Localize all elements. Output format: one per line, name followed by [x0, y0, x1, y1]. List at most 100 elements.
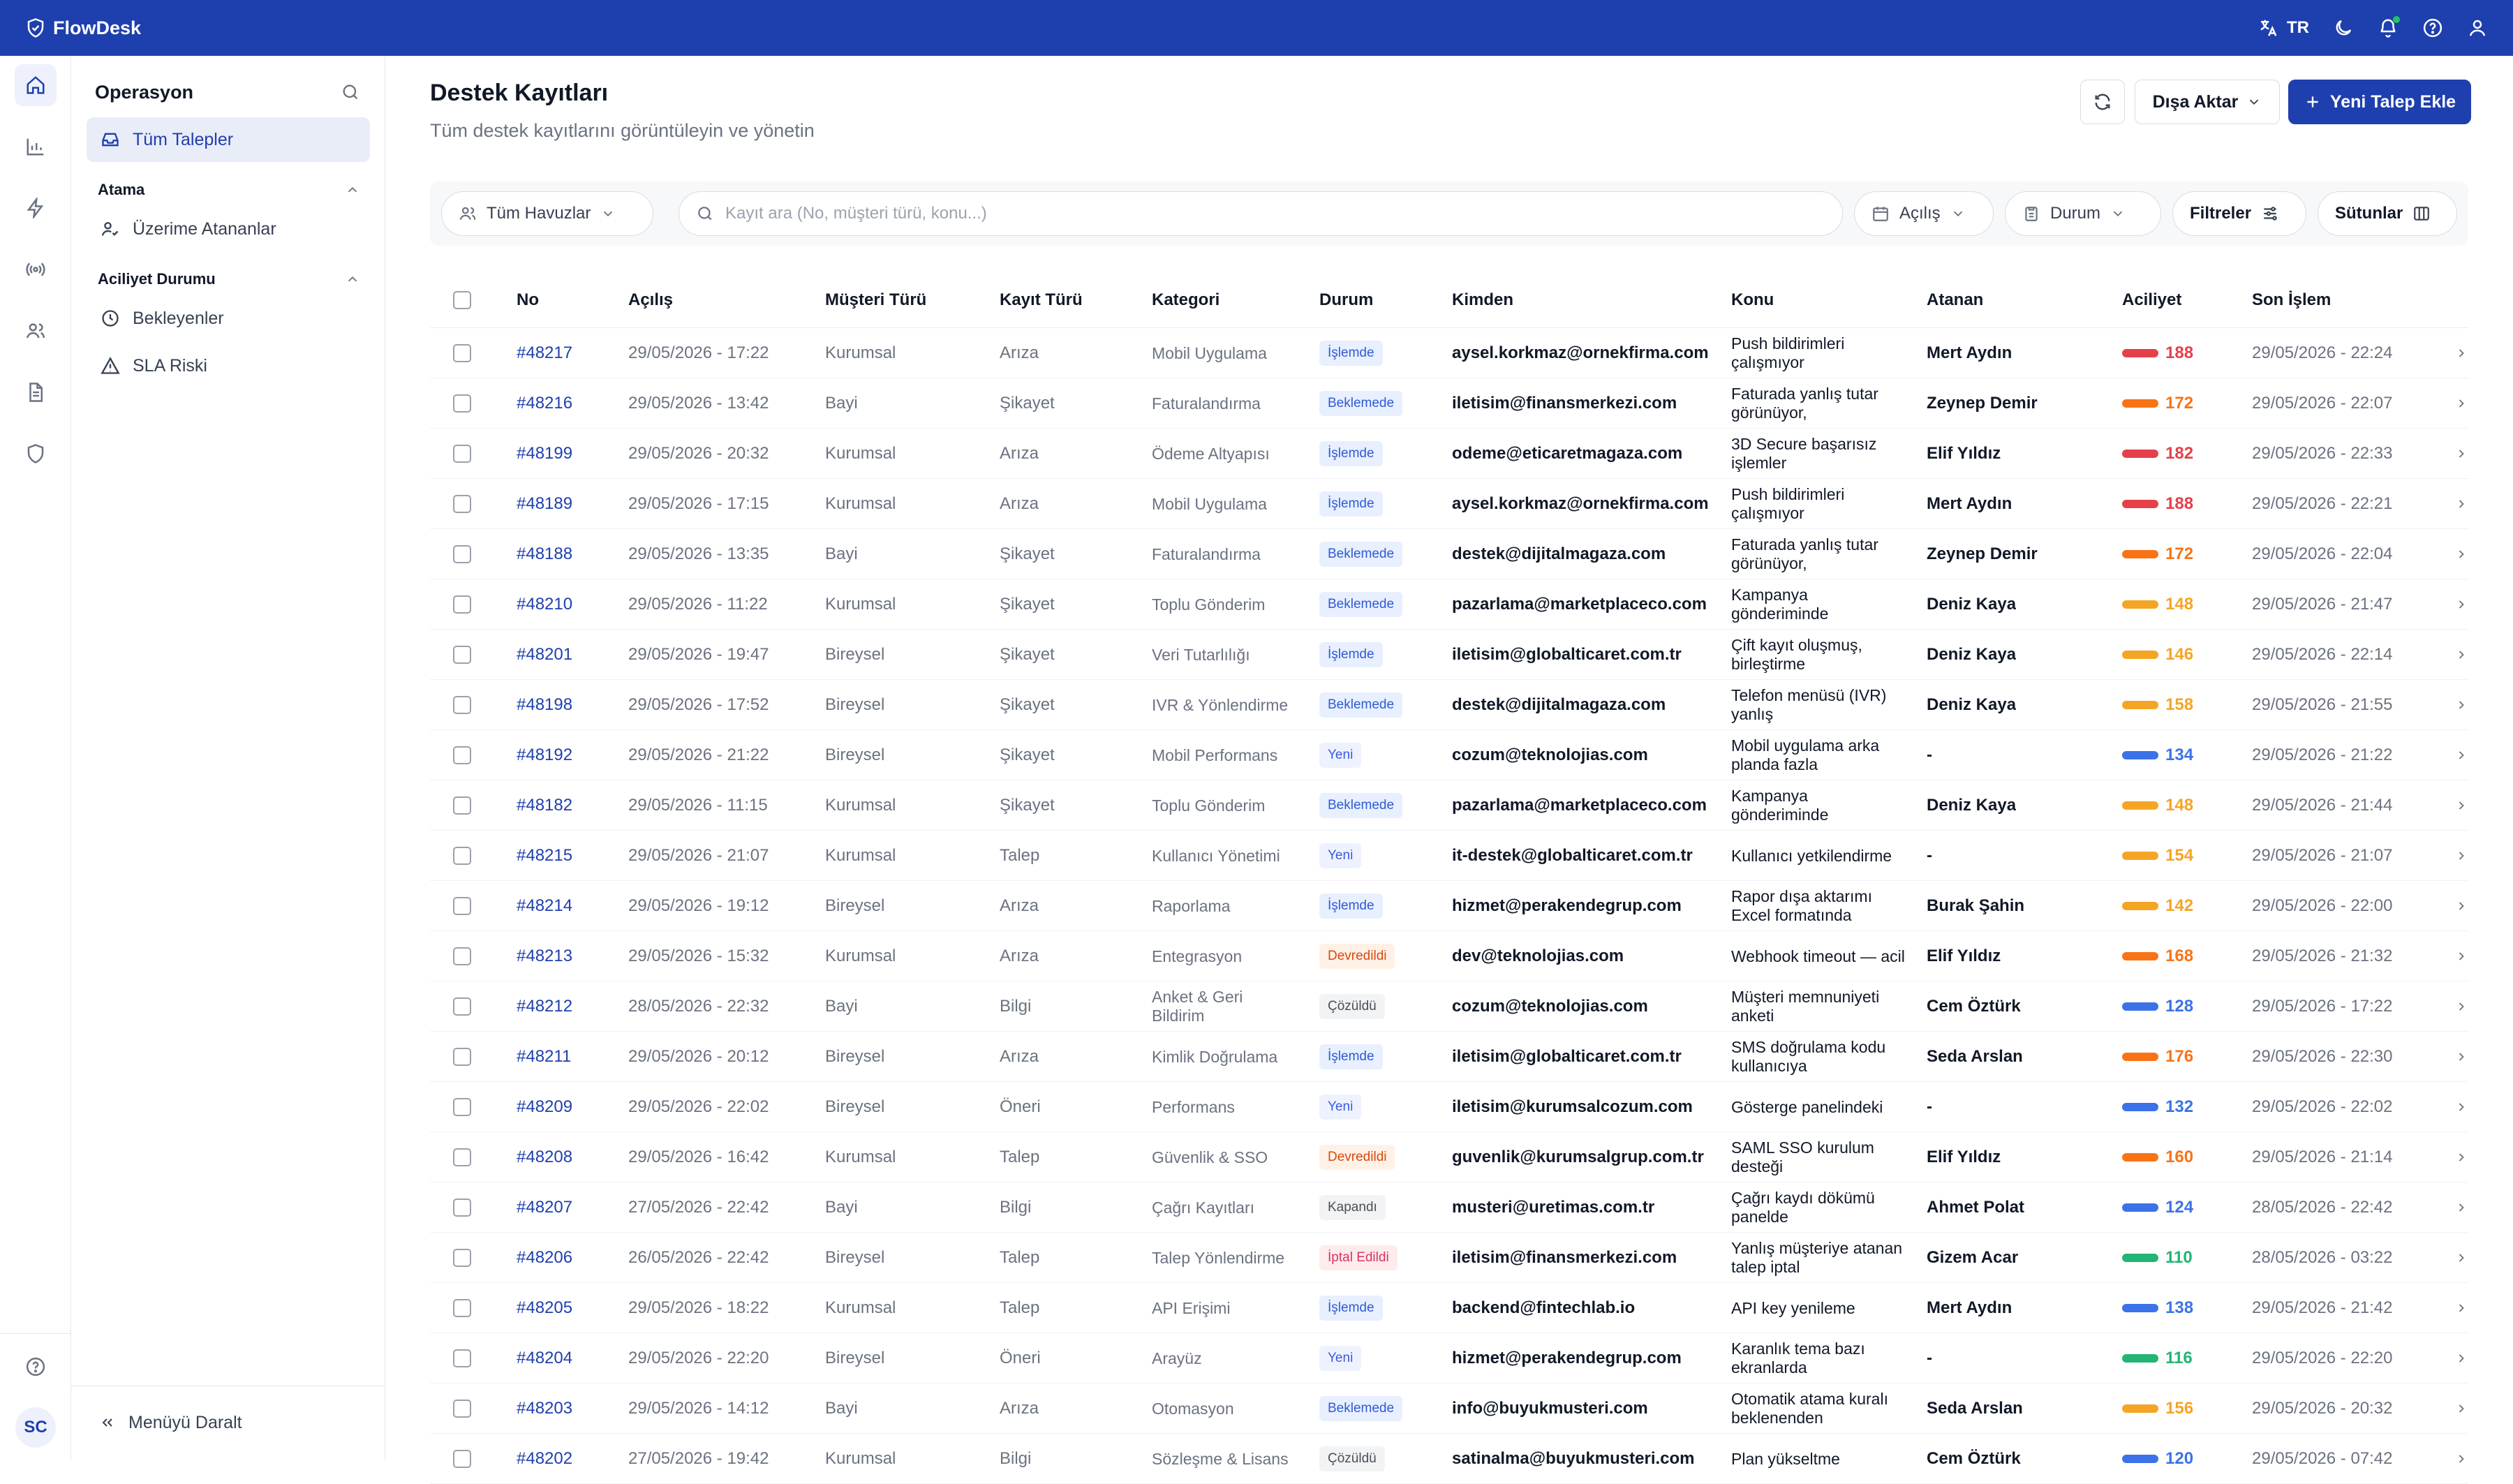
table-row[interactable]: #48188 29/05/2026 - 13:35 Bayi Şikayet F… — [430, 529, 2468, 579]
col-status[interactable]: Durum — [1319, 272, 1373, 328]
col-assignee[interactable]: Atanan — [1927, 272, 1983, 328]
ticket-number[interactable]: #48204 — [517, 1333, 572, 1383]
select-all-checkbox[interactable] — [453, 272, 471, 328]
table-row[interactable]: #48214 29/05/2026 - 19:12 Bireysel Arıza… — [430, 881, 2468, 931]
chevron-right-icon[interactable] — [2454, 1383, 2468, 1434]
chevron-right-icon[interactable] — [2454, 931, 2468, 981]
document-icon[interactable] — [15, 371, 57, 413]
ticket-number[interactable]: #48189 — [517, 479, 572, 529]
chevron-right-icon[interactable] — [2454, 881, 2468, 931]
users-icon[interactable] — [15, 310, 57, 352]
ticket-number[interactable]: #48205 — [517, 1283, 572, 1333]
chevron-right-icon[interactable] — [2454, 831, 2468, 881]
table-row[interactable]: #48210 29/05/2026 - 11:22 Kurumsal Şikay… — [430, 579, 2468, 630]
chevron-right-icon[interactable] — [2454, 680, 2468, 730]
row-checkbox[interactable] — [453, 1383, 471, 1434]
sidebar-item-sla-risk[interactable]: SLA Riski — [87, 343, 370, 388]
chevron-right-icon[interactable] — [2454, 1233, 2468, 1283]
ticket-number[interactable]: #48215 — [517, 831, 572, 881]
table-row[interactable]: #48182 29/05/2026 - 11:15 Kurumsal Şikay… — [430, 780, 2468, 831]
table-row[interactable]: #48211 29/05/2026 - 20:12 Bireysel Arıza… — [430, 1032, 2468, 1082]
chevron-right-icon[interactable] — [2454, 1182, 2468, 1233]
ticket-number[interactable]: #48209 — [517, 1082, 572, 1132]
row-checkbox[interactable] — [453, 378, 471, 429]
theme-moon-icon[interactable] — [2333, 17, 2354, 38]
col-from[interactable]: Kimden — [1452, 272, 1513, 328]
row-checkbox[interactable] — [453, 680, 471, 730]
table-row[interactable]: #48208 29/05/2026 - 16:42 Kurumsal Talep… — [430, 1132, 2468, 1182]
table-row[interactable]: #48209 29/05/2026 - 22:02 Bireysel Öneri… — [430, 1082, 2468, 1132]
ticket-number[interactable]: #48212 — [517, 981, 572, 1032]
chevron-right-icon[interactable] — [2454, 579, 2468, 630]
chevron-right-icon[interactable] — [2454, 479, 2468, 529]
status-filter[interactable]: Durum — [2005, 191, 2161, 236]
col-record-type[interactable]: Kayıt Türü — [1000, 272, 1083, 328]
chevron-right-icon[interactable] — [2454, 730, 2468, 780]
sidebar-item-pending[interactable]: Bekleyenler — [87, 296, 370, 341]
table-row[interactable]: #48206 26/05/2026 - 22:42 Bireysel Talep… — [430, 1233, 2468, 1283]
table-row[interactable]: #48217 29/05/2026 - 17:22 Kurumsal Arıza… — [430, 328, 2468, 378]
table-row[interactable]: #48205 29/05/2026 - 18:22 Kurumsal Talep… — [430, 1283, 2468, 1333]
table-row[interactable]: #48202 27/05/2026 - 19:42 Kurumsal Bilgi… — [430, 1434, 2468, 1484]
avatar[interactable]: SC — [15, 1407, 56, 1448]
col-customer-type[interactable]: Müşteri Türü — [825, 272, 926, 328]
chevron-right-icon[interactable] — [2454, 1132, 2468, 1182]
export-button[interactable]: Dışa Aktar — [2135, 80, 2280, 124]
search-input[interactable] — [725, 204, 1772, 223]
columns-button[interactable]: Sütunlar — [2318, 191, 2457, 236]
ticket-number[interactable]: #48203 — [517, 1383, 572, 1434]
chevron-right-icon[interactable] — [2454, 630, 2468, 680]
chevron-right-icon[interactable] — [2454, 1032, 2468, 1082]
ticket-number[interactable]: #48213 — [517, 931, 572, 981]
ticket-number[interactable]: #48214 — [517, 881, 572, 931]
row-checkbox[interactable] — [453, 328, 471, 378]
section-assignment[interactable]: Atama — [98, 176, 360, 204]
col-subject[interactable]: Konu — [1731, 272, 1774, 328]
ticket-number[interactable]: #48210 — [517, 579, 572, 630]
row-checkbox[interactable] — [453, 1233, 471, 1283]
table-row[interactable]: #48204 29/05/2026 - 22:20 Bireysel Öneri… — [430, 1333, 2468, 1383]
chart-icon[interactable] — [15, 126, 57, 168]
brand[interactable]: FlowDesk — [25, 17, 141, 39]
collapse-menu-button[interactable]: Menüyü Daralt — [99, 1402, 242, 1444]
language-switcher[interactable]: TR — [2258, 17, 2309, 38]
col-urgency[interactable]: Aciliyet — [2122, 272, 2181, 328]
table-row[interactable]: #48212 28/05/2026 - 22:32 Bayi Bilgi Ank… — [430, 981, 2468, 1032]
row-checkbox[interactable] — [453, 579, 471, 630]
col-no[interactable]: No — [517, 272, 539, 328]
help-icon[interactable] — [2422, 17, 2443, 38]
row-checkbox[interactable] — [453, 881, 471, 931]
table-row[interactable]: #48199 29/05/2026 - 20:32 Kurumsal Arıza… — [430, 429, 2468, 479]
row-checkbox[interactable] — [453, 529, 471, 579]
help-circle-icon[interactable] — [15, 1346, 57, 1388]
row-checkbox[interactable] — [453, 1032, 471, 1082]
chevron-right-icon[interactable] — [2454, 780, 2468, 831]
ticket-number[interactable]: #48211 — [517, 1032, 571, 1082]
table-row[interactable]: #48201 29/05/2026 - 19:47 Bireysel Şikay… — [430, 630, 2468, 680]
ticket-number[interactable]: #48198 — [517, 680, 572, 730]
row-checkbox[interactable] — [453, 1082, 471, 1132]
row-checkbox[interactable] — [453, 1434, 471, 1484]
bolt-icon[interactable] — [15, 187, 57, 229]
chevron-right-icon[interactable] — [2454, 1283, 2468, 1333]
chevron-right-icon[interactable] — [2454, 378, 2468, 429]
chevron-right-icon[interactable] — [2454, 1434, 2468, 1484]
table-row[interactable]: #48198 29/05/2026 - 17:52 Bireysel Şikay… — [430, 680, 2468, 730]
ticket-number[interactable]: #48201 — [517, 630, 572, 680]
chevron-right-icon[interactable] — [2454, 429, 2468, 479]
chevron-right-icon[interactable] — [2454, 1082, 2468, 1132]
col-opened[interactable]: Açılış — [628, 272, 673, 328]
ticket-number[interactable]: #48192 — [517, 730, 572, 780]
search-icon[interactable] — [341, 82, 360, 102]
row-checkbox[interactable] — [453, 1333, 471, 1383]
row-checkbox[interactable] — [453, 630, 471, 680]
ticket-number[interactable]: #48182 — [517, 780, 572, 831]
notification-bell-icon[interactable] — [2378, 16, 2400, 38]
ticket-number[interactable]: #48216 — [517, 378, 572, 429]
refresh-button[interactable] — [2080, 80, 2125, 124]
broadcast-icon[interactable] — [15, 248, 57, 290]
ticket-number[interactable]: #48188 — [517, 529, 572, 579]
row-checkbox[interactable] — [453, 831, 471, 881]
row-checkbox[interactable] — [453, 780, 471, 831]
ticket-number[interactable]: #48199 — [517, 429, 572, 479]
